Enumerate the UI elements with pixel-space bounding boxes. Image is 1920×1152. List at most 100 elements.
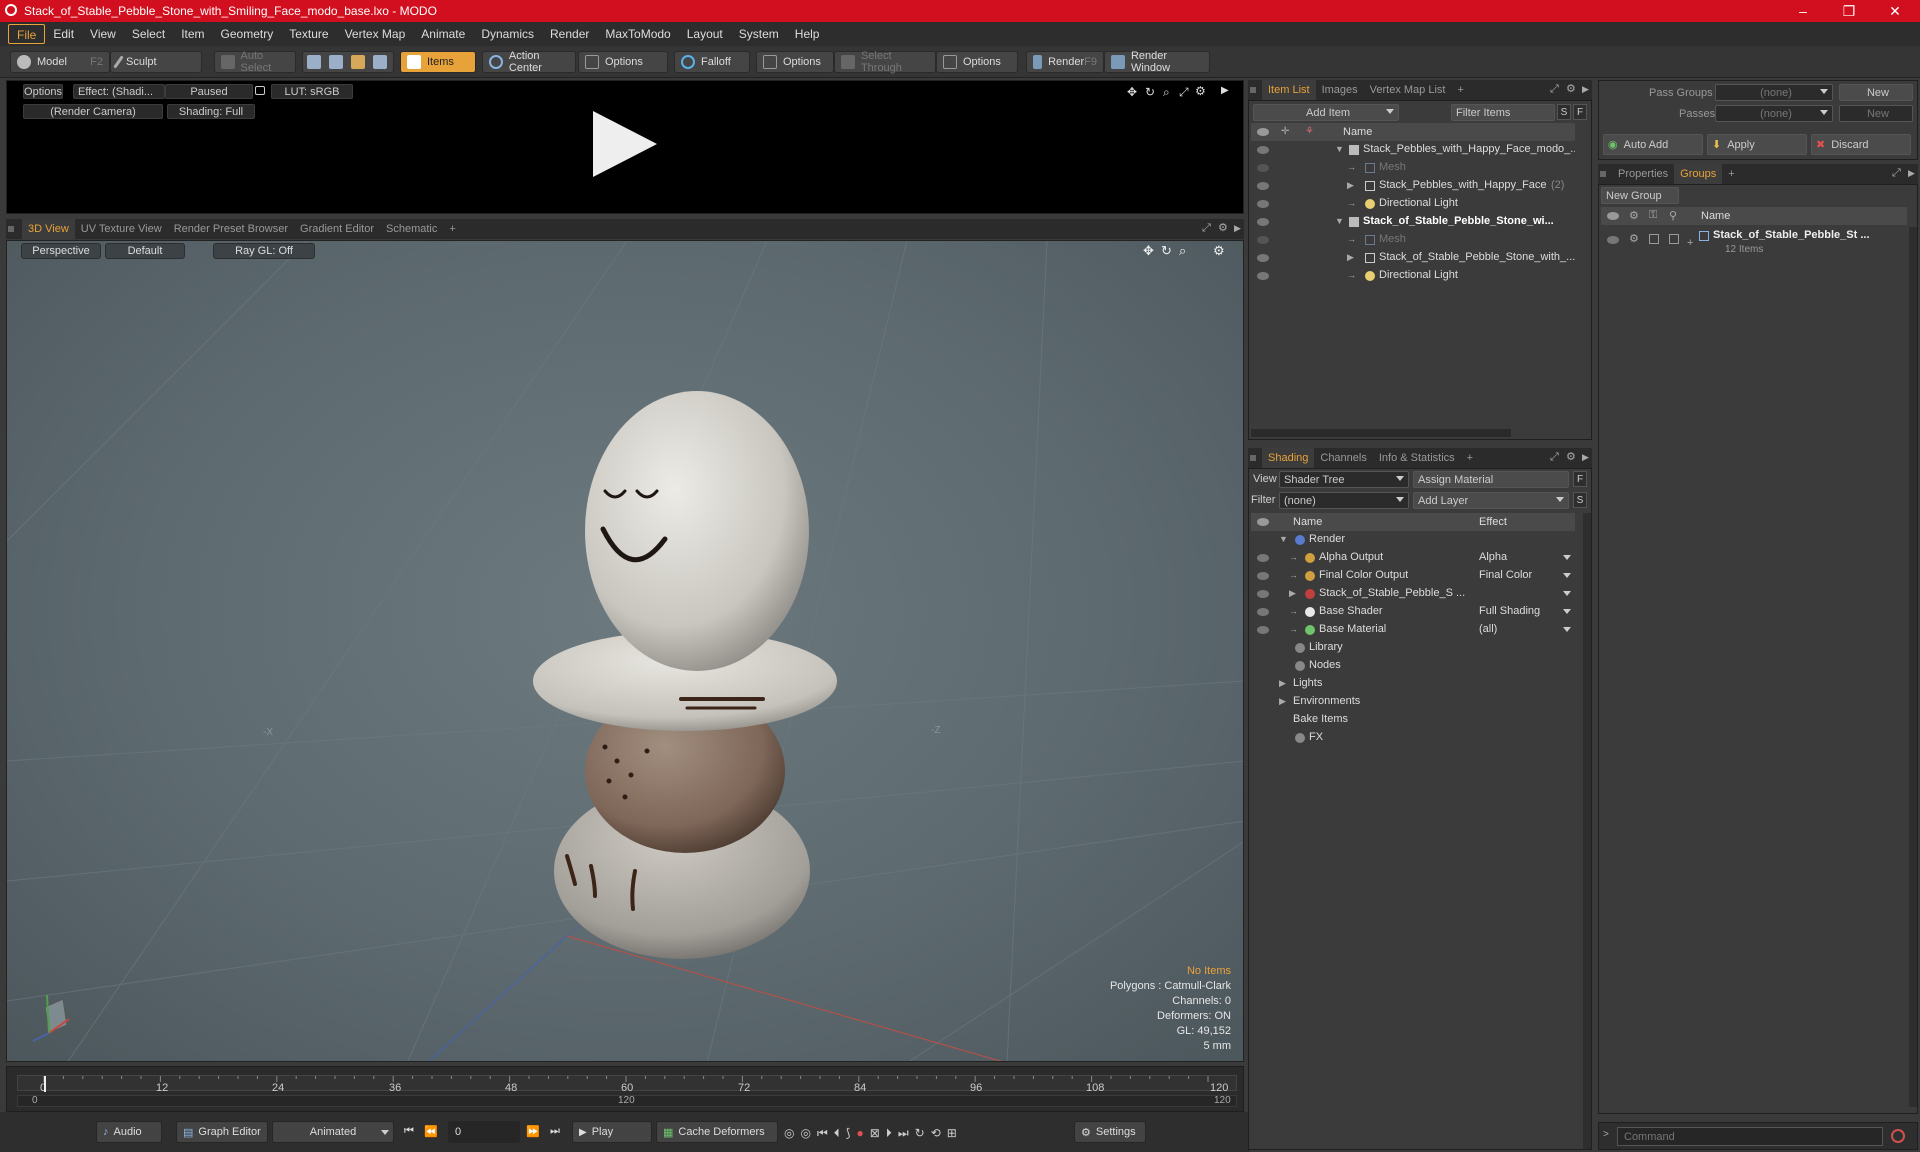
eye-icon[interactable] [1257,164,1269,172]
panel-gear-icon[interactable]: ⚙ [1566,450,1576,463]
viewport-zoom-icon[interactable]: ⌕ [1179,243,1186,259]
menu-file[interactable]: File [8,24,46,44]
eye-icon[interactable] [1257,590,1269,598]
panel-arrow-icon[interactable]: ▶ [1908,168,1915,179]
effect-dropdown[interactable]: Final Color [1479,569,1532,581]
3d-viewport[interactable]: Perspective Default Ray GL: Off ✥ ↻ ⌕ ⚙ … [6,240,1244,1062]
shader-tree-row[interactable]: ▼ Render [1251,531,1575,549]
new-pass-group-button[interactable]: New [1839,84,1913,101]
shader-tree-row[interactable]: ▶ Stack_of_Stable_Pebble_S ... [1251,585,1575,603]
tab-schematic[interactable]: Schematic [380,219,443,239]
frame-input[interactable]: 0 [448,1121,520,1143]
item-list-row[interactable]: → Directional Light [1251,195,1575,213]
key-icon[interactable]: ◎ [800,1126,810,1140]
preview-maximize-icon[interactable]: ⤢ [1179,85,1189,100]
effect-dropdown[interactable]: Alpha [1479,551,1507,563]
add-tab-button[interactable]: + [443,219,461,239]
menu-maxtomodo[interactable]: MaxToModo [597,24,678,44]
maximize-button[interactable]: ❐ [1826,0,1872,22]
lock-toggle-icon[interactable] [1649,234,1659,244]
passes-dropdown[interactable]: (none) [1715,105,1833,122]
menu-render[interactable]: Render [542,24,597,44]
tab-uv-texture-view[interactable]: UV Texture View [75,219,168,239]
minimize-button[interactable]: – [1780,0,1826,22]
loop-icon[interactable]: ⟲ [931,1126,941,1140]
model-mode-button[interactable]: Model F2 [10,51,110,73]
auto-select-button[interactable]: Auto Select [214,50,296,74]
viewport-pan-icon[interactable]: ✥ [1143,243,1154,259]
new-pass-button[interactable]: New [1839,105,1913,122]
eye-icon[interactable] [1257,218,1269,226]
go-to-end-icon[interactable]: ⏭ [550,1125,560,1138]
record-icon[interactable]: ● [856,1126,863,1140]
falloff-button[interactable]: Falloff [674,51,750,73]
item-list-row[interactable]: → Mesh [1251,231,1575,249]
name-column-header[interactable]: Name [1343,126,1372,138]
auto-add-button[interactable]: ◉ Auto Add [1603,134,1703,155]
eye-icon[interactable] [1257,554,1269,562]
menu-vertex-map[interactable]: Vertex Map [337,24,414,44]
next-key-icon[interactable]: ⏵ [886,1126,892,1141]
items-mode-button[interactable]: Items [400,51,476,73]
menu-help[interactable]: Help [787,24,828,44]
select-through-button[interactable]: Select Through [834,50,936,74]
panel-gear-icon[interactable]: ⚙ [1566,82,1576,95]
vertices-mode-icon[interactable] [307,55,321,69]
expand-icon[interactable]: ▶ [1279,696,1286,707]
panel-maximize-icon[interactable]: ⤢ [1892,167,1901,180]
assign-material-button[interactable]: Assign Material [1413,471,1569,488]
menu-geometry[interactable]: Geometry [213,24,282,44]
menu-animate[interactable]: Animate [413,24,473,44]
graph-editor-button[interactable]: ▤ Graph Editor [176,1121,268,1143]
filter-dropdown[interactable]: (none) [1279,492,1409,509]
eye-icon[interactable] [1257,146,1269,154]
filter-items-input[interactable]: Filter Items [1451,104,1555,121]
prev-key-icon[interactable]: ⏮ [817,1126,828,1141]
eye-icon[interactable] [1257,236,1269,244]
sculpt-mode-button[interactable]: Sculpt [110,51,202,73]
eye-icon[interactable] [1257,254,1269,262]
eye-icon[interactable] [1257,608,1269,616]
expand-icon[interactable]: ▶ [1347,180,1354,191]
item-list-row[interactable]: ▶ Stack_Pebbles_with_Happy_Face (2) [1251,177,1575,195]
expand-icon[interactable]: ▶ [1347,252,1354,263]
view-gear-icon[interactable]: ⚙ [1218,221,1228,234]
view-maximize-icon[interactable]: ⤢ [1202,222,1211,235]
eye-icon[interactable] [1257,626,1269,634]
preview-arrow-icon[interactable]: ▶ [1221,85,1229,96]
action-center-button[interactable]: Action Center [482,50,576,74]
loop-icon[interactable]: ↻ [915,1126,925,1140]
menu-system[interactable]: System [731,24,787,44]
edges-mode-icon[interactable] [329,55,343,69]
polygons-mode-icon[interactable] [351,55,365,69]
tab-3d-view[interactable]: 3D View [22,219,75,239]
shader-tree-row[interactable]: Library [1251,639,1575,657]
menu-item[interactable]: Item [173,24,212,44]
menu-dynamics[interactable]: Dynamics [473,24,542,44]
command-input[interactable] [1617,1127,1883,1146]
tab-item-list[interactable]: Item List [1262,80,1316,100]
tab-gradient-editor[interactable]: Gradient Editor [294,219,380,239]
cache-deformers-button[interactable]: ▦ Cache Deformers [656,1121,778,1143]
expand-icon[interactable]: ▶ [1279,678,1286,689]
preview-zoom-icon[interactable]: ⌕ [1163,85,1170,100]
play-button[interactable]: ▶ Play [572,1121,652,1143]
panel-maximize-icon[interactable]: ⤢ [1550,83,1559,96]
item-list-row[interactable]: ▼ Stack_Pebbles_with_Happy_Face_modo_... [1251,141,1575,159]
item-list-row[interactable]: → Directional Light [1251,267,1575,285]
preview-effect-dropdown[interactable]: Effect: (Shadi... [73,84,165,99]
menu-view[interactable]: View [82,24,124,44]
key-delete-icon[interactable]: ⊠ [870,1126,880,1140]
pebble-stack-model[interactable] [487,351,907,971]
step-back-icon[interactable]: ⏪ [424,1125,438,1138]
render-toggle-icon[interactable]: ⚙ [1629,232,1639,245]
pass-groups-dropdown[interactable]: (none) [1715,84,1833,101]
add-tab-button[interactable]: + [1451,80,1469,100]
shading-s-button[interactable]: S [1573,492,1587,508]
menu-select[interactable]: Select [124,24,173,44]
group-row[interactable]: ⚙ + Stack_of_Stable_Pebble_St ... 12 Ite… [1601,227,1907,263]
eye-icon[interactable] [1257,272,1269,280]
timeline[interactable]: 0 12 24 36 48 60 72 84 96 108 120 0 120 … [6,1066,1244,1112]
eye-icon[interactable] [1607,236,1619,244]
options-icon[interactable]: ⊞ [947,1126,957,1140]
